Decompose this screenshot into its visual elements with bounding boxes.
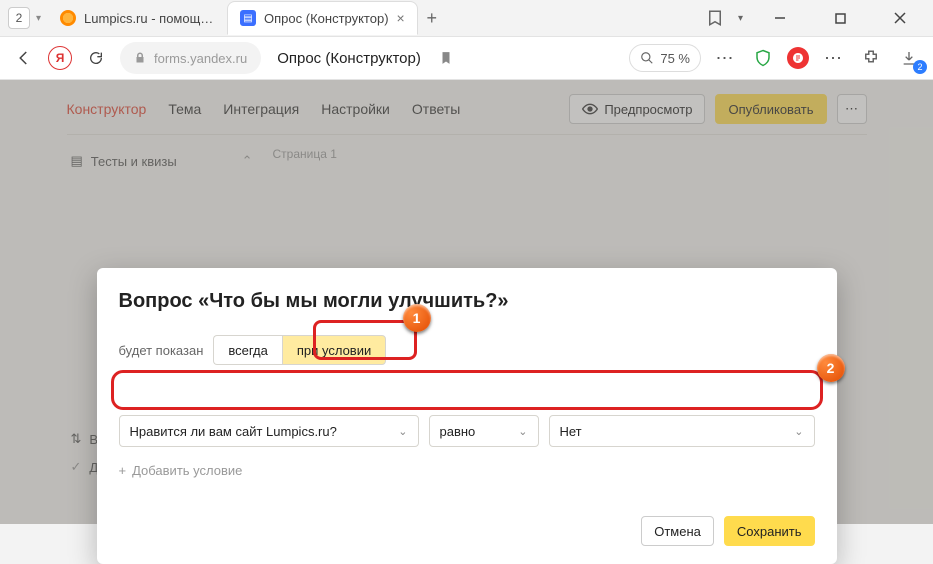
form-icon: ▤ [240, 10, 256, 26]
new-tab-button[interactable]: + [418, 4, 446, 32]
dropdown-value: равно [440, 424, 476, 439]
close-window-button[interactable] [877, 3, 923, 33]
cancel-label: Отмена [654, 524, 701, 539]
segment-condition[interactable]: при условии [282, 335, 386, 365]
sun-icon [60, 10, 76, 26]
downloads-button[interactable]: 2 [895, 44, 923, 72]
chevron-down-icon: ⌄ [518, 425, 527, 438]
app-viewport: Конструктор Тема Интеграция Настройки От… [0, 80, 933, 524]
yandex-logo[interactable]: Я [48, 46, 72, 70]
shield-icon[interactable] [749, 44, 777, 72]
dropdown-value: Нравится ли вам сайт Lumpics.ru? [130, 424, 337, 439]
modal-title: Вопрос «Что бы мы могли улучшить?» [119, 290, 815, 313]
url-field[interactable]: forms.yandex.ru [120, 42, 261, 74]
lock-icon [134, 51, 146, 65]
condition-row: Нравится ли вам сайт Lumpics.ru? ⌄ равно… [119, 415, 815, 447]
address-bar: Я forms.yandex.ru Опрос (Конструктор) 75… [0, 36, 933, 80]
caret-down-icon[interactable]: ▾ [738, 13, 743, 24]
ellipsis-icon[interactable]: ⋯ [819, 44, 847, 72]
tab-counter[interactable]: 2 [8, 7, 30, 29]
close-icon[interactable]: × [397, 10, 405, 26]
back-button[interactable] [10, 44, 38, 72]
save-button[interactable]: Сохранить [724, 516, 815, 546]
plus-icon: + [119, 463, 127, 478]
dropdown-value: Нет [560, 424, 582, 439]
download-count: 2 [913, 60, 927, 74]
tab-lumpics[interactable]: Lumpics.ru - помощь с ко [47, 1, 227, 35]
visibility-row: будет показан всегда при условии [119, 335, 815, 365]
tab-title: Lumpics.ru - помощь с ко [84, 11, 214, 26]
tab-forms[interactable]: ▤ Опрос (Конструктор) × [227, 1, 418, 35]
zoom-control[interactable]: 75 % [629, 44, 701, 72]
chevron-down-icon[interactable]: ▾ [36, 13, 41, 24]
browser-tabstrip: 2 ▾ Lumpics.ru - помощь с ко ▤ Опрос (Ко… [0, 0, 933, 36]
page-title: Опрос (Конструктор) [277, 50, 421, 67]
chevron-down-icon: ⌄ [398, 425, 407, 438]
chevron-down-icon: ⌄ [794, 425, 803, 438]
add-condition-label: Добавить условие [132, 463, 242, 478]
question-modal: Вопрос «Что бы мы могли улучшить?» будет… [97, 268, 837, 564]
zoom-value: 75 % [660, 51, 690, 66]
cancel-button[interactable]: Отмена [641, 516, 714, 546]
annotation-highlight-2 [111, 370, 823, 410]
shown-label: будет показан [119, 343, 204, 358]
condition-value-dropdown[interactable]: Нет ⌄ [549, 415, 815, 447]
kebab-icon[interactable]: ⋯ [711, 44, 739, 72]
segment-always[interactable]: всегда [213, 335, 281, 365]
reader-icon[interactable] [439, 50, 453, 66]
maximize-button[interactable] [817, 3, 863, 33]
bookmark-icon[interactable] [706, 9, 724, 27]
tab-title: Опрос (Конструктор) [264, 11, 389, 26]
annotation-callout-2: 2 [817, 354, 845, 382]
condition-question-dropdown[interactable]: Нравится ли вам сайт Lumpics.ru? ⌄ [119, 415, 419, 447]
adblock-icon[interactable] [787, 47, 809, 69]
extensions-icon[interactable] [857, 44, 885, 72]
save-label: Сохранить [737, 524, 802, 539]
annotation-callout-1: 1 [403, 304, 431, 332]
add-condition-button[interactable]: + Добавить условие [119, 463, 815, 478]
url-domain: forms.yandex.ru [154, 51, 247, 66]
condition-operator-dropdown[interactable]: равно ⌄ [429, 415, 539, 447]
reload-button[interactable] [82, 44, 110, 72]
minimize-button[interactable] [757, 3, 803, 33]
